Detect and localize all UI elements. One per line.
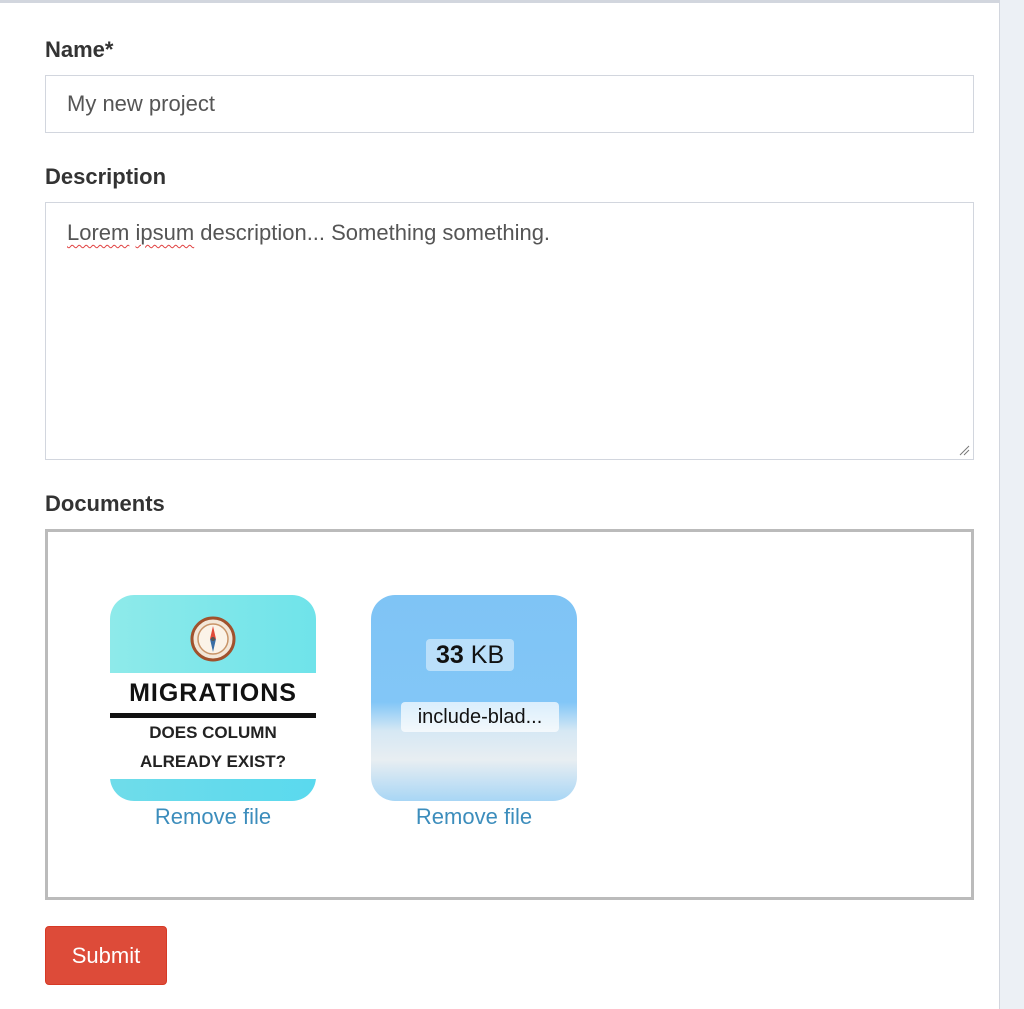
file-size-number: 33 xyxy=(436,641,464,669)
description-textarea[interactable]: Lorem ipsum description... Something som… xyxy=(45,202,974,460)
documents-label: Documents xyxy=(45,491,165,516)
documents-dropzone[interactable]: MIGRATIONS DOES COLUMN ALREADY EXIST? Re… xyxy=(45,529,974,900)
spellcheck-word: ipsum xyxy=(135,220,195,245)
file-name-label: include-blad... xyxy=(401,702,559,732)
spellcheck-word: Lorem xyxy=(67,220,130,245)
name-label: Name* xyxy=(45,37,114,62)
description-text: Lorem ipsum description... Something som… xyxy=(67,220,550,245)
name-input[interactable] xyxy=(45,75,974,133)
submit-button[interactable]: Submit xyxy=(45,926,167,985)
thumbnail-subtitle-line1: DOES COLUMN xyxy=(149,723,277,742)
thumbnail-footer xyxy=(110,779,316,801)
description-label: Description xyxy=(45,164,167,189)
file-size-badge: 33 KB xyxy=(426,639,515,671)
thumbnail-subtitle-line2: ALREADY EXIST? xyxy=(139,752,287,771)
description-rest: description... Something something. xyxy=(200,220,551,245)
thumbnail-rule xyxy=(110,713,316,718)
thumbnail-title: MIGRATIONS xyxy=(129,679,297,707)
remove-file-link[interactable]: Remove file xyxy=(110,804,316,830)
document-preview: 33 KB include-blad... xyxy=(371,595,577,801)
document-thumbnail: MIGRATIONS DOES COLUMN ALREADY EXIST? xyxy=(110,595,316,801)
compass-icon xyxy=(190,616,236,662)
file-size-unit: KB xyxy=(470,641,505,669)
resize-handle-icon[interactable] xyxy=(958,444,970,456)
form-panel: Name* Description Lorem ipsum descriptio… xyxy=(0,0,1000,1009)
remove-file-link[interactable]: Remove file xyxy=(371,804,577,830)
